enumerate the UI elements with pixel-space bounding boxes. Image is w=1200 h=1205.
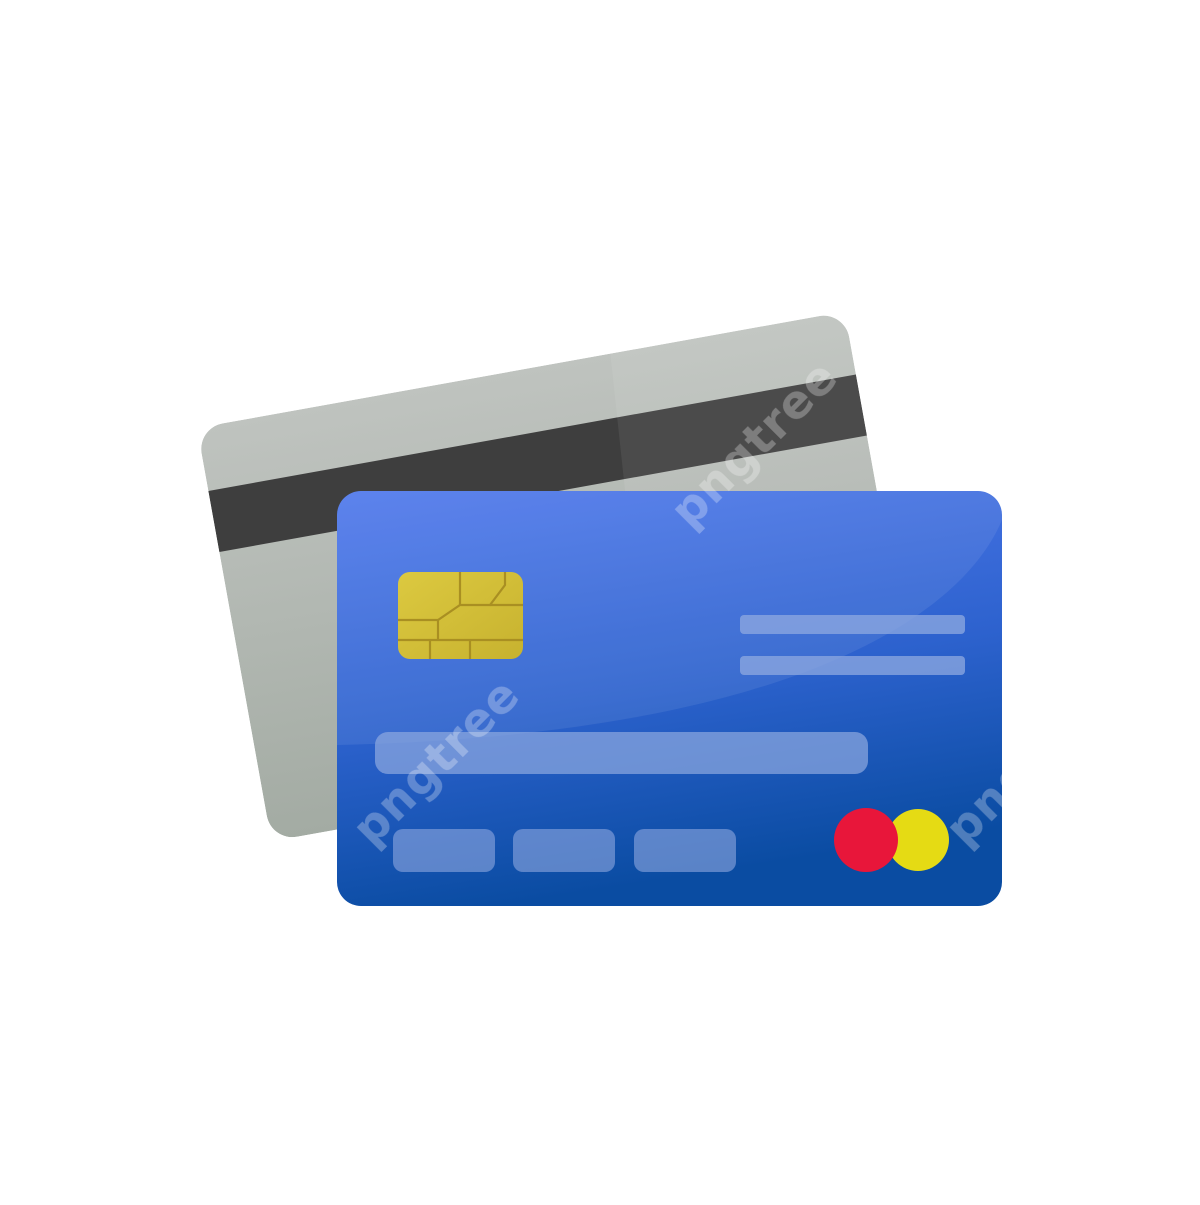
expiry-block-3 <box>634 829 736 872</box>
expiry-block-1 <box>393 829 495 872</box>
credit-cards-illustration: pngtree pngtree pngtree <box>201 311 1123 906</box>
front-card <box>337 491 1002 906</box>
red-circle-icon <box>834 808 898 872</box>
chip-icon <box>398 572 523 659</box>
illustration-canvas: pngtree pngtree pngtree <box>0 0 1200 1200</box>
cardholder-line-1 <box>740 615 965 634</box>
cardholder-line-2 <box>740 656 965 675</box>
expiry-block-2 <box>513 829 615 872</box>
